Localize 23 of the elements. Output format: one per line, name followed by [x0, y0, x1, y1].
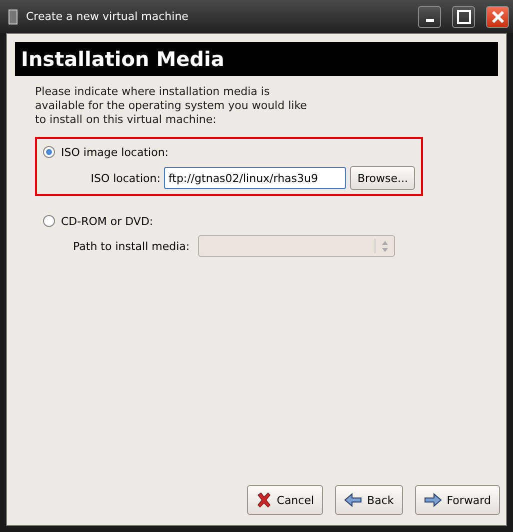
minimize-icon: [426, 18, 434, 22]
input-field[interactable]: ftp://gtnas02/linux/rhas3u9: [164, 167, 346, 189]
field-label: ISO location:: [90, 172, 160, 184]
cancel-button[interactable]: Cancel: [246, 485, 324, 515]
right-arrow-icon: [424, 493, 442, 507]
close-icon: [490, 10, 504, 24]
spinner-arrows-icon: [382, 241, 388, 252]
close-button[interactable]: [486, 6, 509, 28]
window-title: Create a new virtual machine: [26, 10, 190, 23]
radio-label[interactable]: ISO image location:: [61, 146, 168, 158]
forward-button[interactable]: Forward: [414, 485, 500, 515]
browse-button[interactable]: Browse...: [350, 166, 415, 190]
minimize-button[interactable]: [418, 6, 441, 28]
page-heading: Installation Media: [15, 42, 498, 76]
maximize-icon: [456, 10, 470, 24]
description-text: Please indicate where installation media is available for the operating system you would like to install on this virtual machine:: [35, 85, 307, 127]
field-label: Path to install media:: [73, 240, 190, 252]
window-icon: [8, 8, 18, 24]
cross-icon: [256, 492, 272, 508]
radio-button[interactable]: [43, 146, 55, 158]
back-button[interactable]: Back: [335, 485, 403, 515]
maximize-button[interactable]: [452, 6, 475, 28]
left-arrow-icon: [344, 493, 362, 507]
